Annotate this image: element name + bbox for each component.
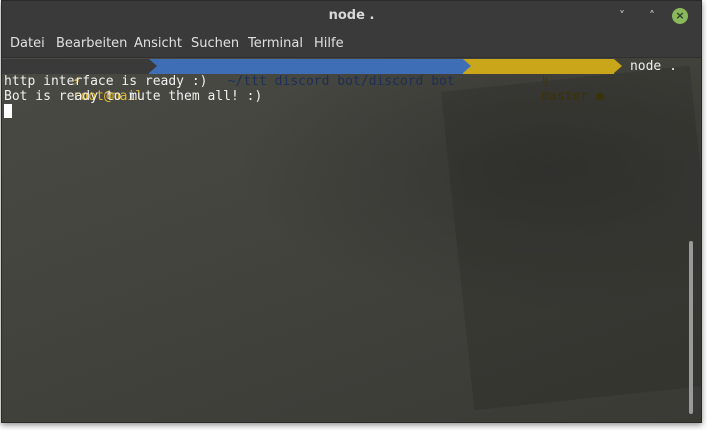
segment-arrow	[149, 59, 158, 73]
segment-arrow	[613, 59, 622, 73]
shell-prompt: ⚡ root@mail ~/ttt discord bot/discord bo…	[2, 59, 677, 104]
text-cursor	[4, 104, 12, 118]
menu-datei[interactable]: Datei	[10, 36, 45, 51]
scrollbar[interactable]	[689, 241, 693, 414]
menu-bearbeiten[interactable]: Bearbeiten	[56, 36, 127, 51]
git-branch-icon: ᛋ	[541, 74, 550, 89]
segment-arrow	[462, 59, 471, 73]
output-line: Bot is ready to mute them all! :)	[4, 89, 263, 104]
menu-bar: Datei Bearbeiten Ansicht Suchen Terminal…	[2, 32, 701, 58]
prompt-path-segment: ~/ttt discord bot/discord bot	[149, 59, 471, 89]
title-bar[interactable]: node . ˅ ˄ ×	[2, 1, 701, 32]
prompt-branch: master ●	[541, 89, 604, 104]
terminal-window: node . ˅ ˄ × Datei Bearbeiten Ansicht Su…	[1, 0, 702, 423]
output-line: http interface is ready :)	[4, 74, 208, 89]
close-icon[interactable]: ×	[672, 8, 688, 24]
minimize-icon[interactable]: ˅	[614, 8, 630, 24]
prompt-user-segment: ⚡ root@mail	[2, 59, 158, 104]
menu-ansicht[interactable]: Ansicht	[134, 36, 182, 51]
menu-terminal[interactable]: Terminal	[248, 36, 303, 51]
menu-hilfe[interactable]: Hilfe	[314, 36, 344, 51]
window-title: node .	[328, 8, 375, 23]
maximize-icon[interactable]: ˄	[644, 8, 660, 24]
prompt-path: ~/ttt discord bot/discord bot	[227, 74, 455, 89]
prompt-git-segment: ᛋ master ●	[462, 59, 622, 104]
prompt-command: node .	[629, 59, 677, 74]
menu-suchen[interactable]: Suchen	[191, 36, 239, 51]
terminal-area[interactable]: ⚡ root@mail ~/ttt discord bot/discord bo…	[2, 58, 701, 422]
